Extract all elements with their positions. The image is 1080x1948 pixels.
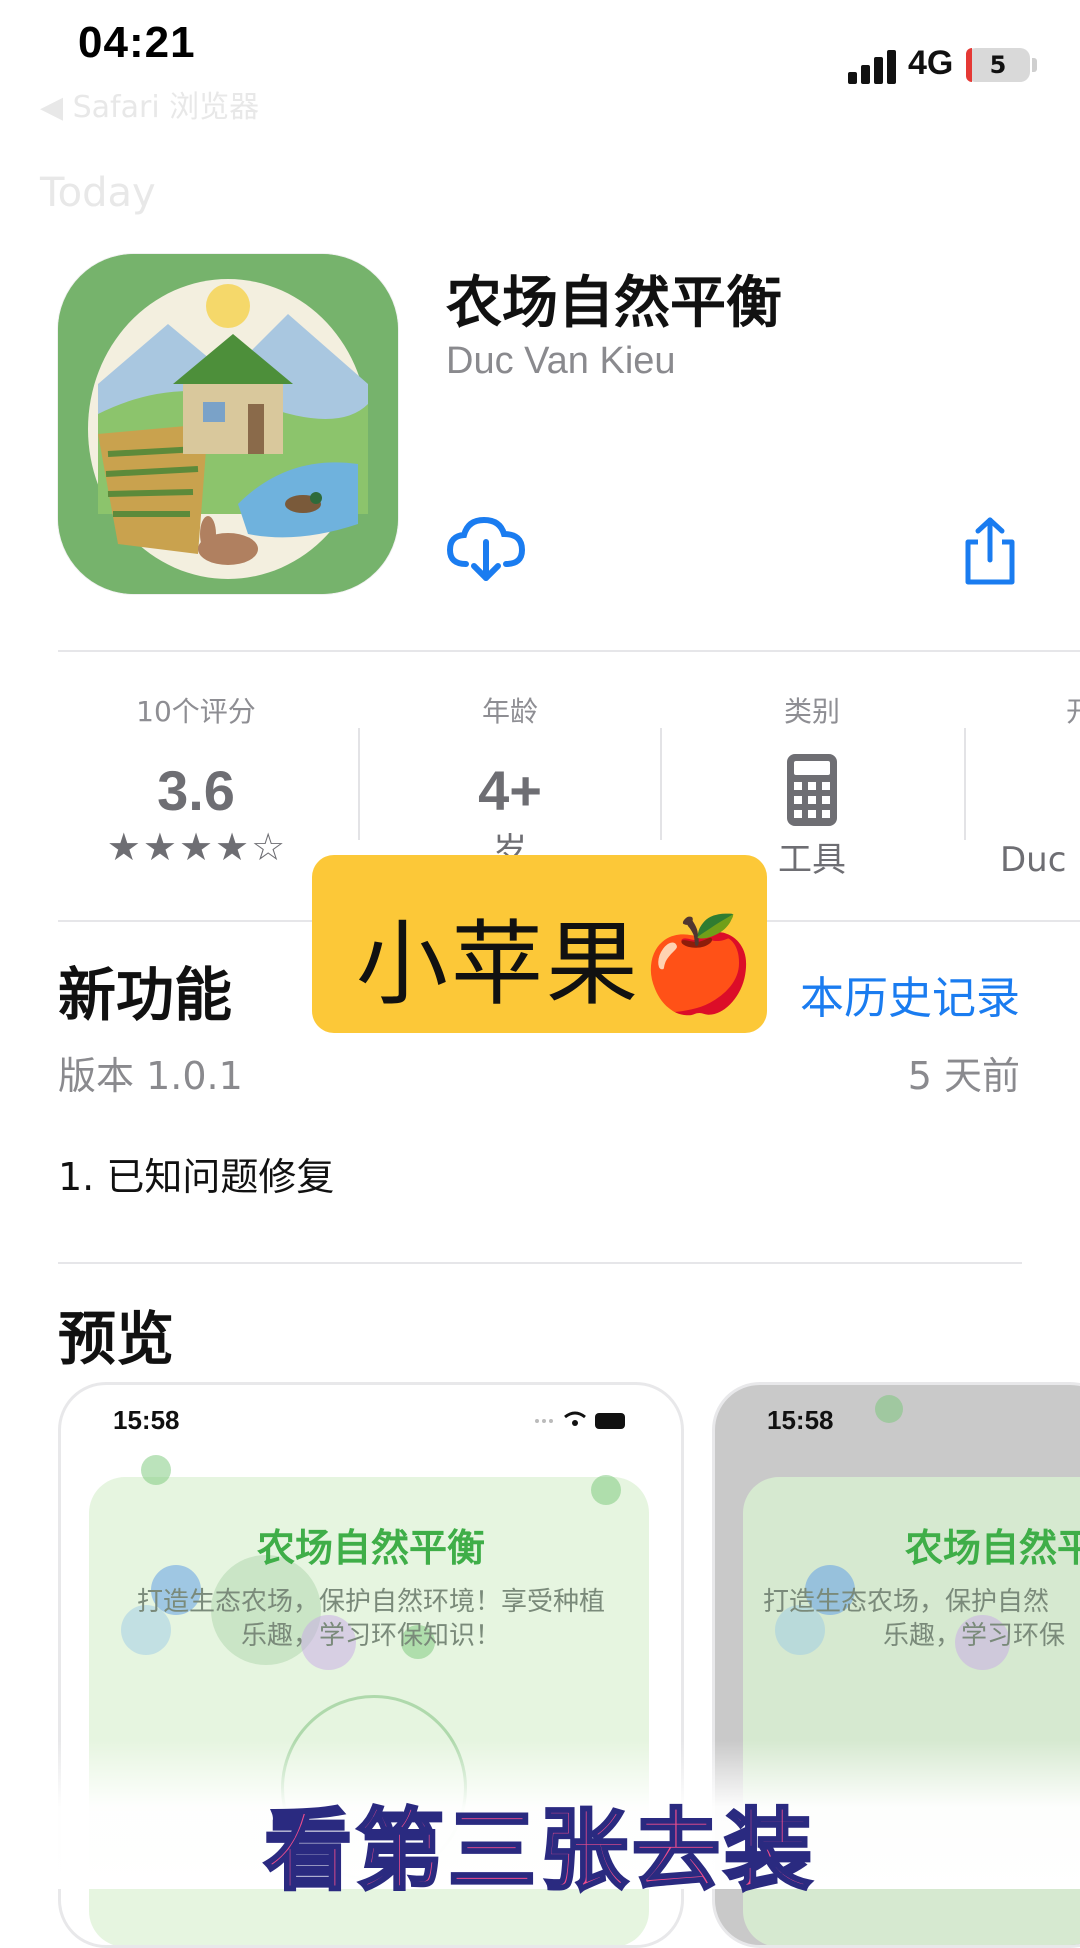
star-rating: ★★★★☆ [46, 825, 346, 869]
calculator-icon [785, 752, 839, 828]
star-half-icon: ★ [215, 825, 250, 869]
whats-new-heading: 新功能 [58, 961, 233, 1029]
cellular-signal-icon [848, 48, 896, 84]
battery-level: 5 [989, 51, 1007, 79]
screenshot-time: 15:58 [767, 1405, 834, 1435]
divider [58, 1262, 1022, 1264]
back-to-safari-link[interactable]: ◀ Safari 浏览器 [40, 82, 259, 126]
screenshot-subtitle: 打造生态农场，保护自然环境！享受种植 乐趣，学习环保知识！ [136, 1587, 605, 1651]
developer-info-label: 开 [1066, 690, 1080, 730]
sticker-text: 小苹果🍎 [356, 911, 759, 1018]
star-filled-icon: ★ [106, 825, 141, 869]
app-icon [58, 254, 398, 594]
developer-info-value[interactable]: Duc [1000, 840, 1066, 880]
star-empty-icon: ☆ [251, 825, 286, 869]
column-separator [964, 728, 966, 840]
ratings-summary[interactable]: 10个评分 3.6 ★★★★☆ [46, 690, 346, 869]
preview-heading: 预览 [58, 1305, 175, 1373]
rating-value: 3.6 [157, 759, 235, 822]
category-label: 类别 [783, 695, 840, 728]
age-value: 4+ [478, 759, 542, 822]
age-rating[interactable]: 年龄 4+ 岁 [360, 690, 660, 872]
release-notes: 1. 已知问题修复 [58, 1155, 335, 1199]
screenshot-subtitle: 打造生态农场，保护自然 乐趣，学习环保 [763, 1587, 1066, 1651]
share-icon[interactable] [962, 516, 1018, 586]
age-label: 年龄 [481, 695, 538, 728]
battery-icon: 5 [966, 48, 1030, 82]
version-label: 版本 1.0.1 [58, 1054, 243, 1098]
battery-cap [1032, 58, 1037, 72]
category-info[interactable]: 类别 工具 [662, 690, 962, 881]
network-type: 4G [908, 44, 954, 82]
update-date: 5 天前 [907, 1054, 1020, 1098]
ratings-label: 10个评分 [136, 695, 256, 728]
video-caption: 看第三张去装 [262, 1798, 816, 1904]
app-title: 农场自然平衡 [446, 271, 782, 336]
screenshot-time: 15:58 [113, 1405, 180, 1435]
status-time: 04:21 [78, 18, 196, 67]
screenshot-title: 农场自然平衡 [256, 1526, 485, 1570]
screenshot-title: 农场自然平 [905, 1526, 1080, 1570]
star-filled-icon: ★ [142, 825, 177, 869]
divider [58, 650, 1080, 652]
cloud-download-icon[interactable] [446, 514, 526, 584]
developer-link[interactable]: Duc Van Kieu [446, 340, 676, 383]
back-button[interactable]: Today [40, 170, 156, 216]
version-history-link[interactable]: 本历史记录 [800, 962, 1020, 1026]
star-filled-icon: ★ [178, 825, 214, 869]
screenshot-status-icons [531, 1407, 631, 1433]
